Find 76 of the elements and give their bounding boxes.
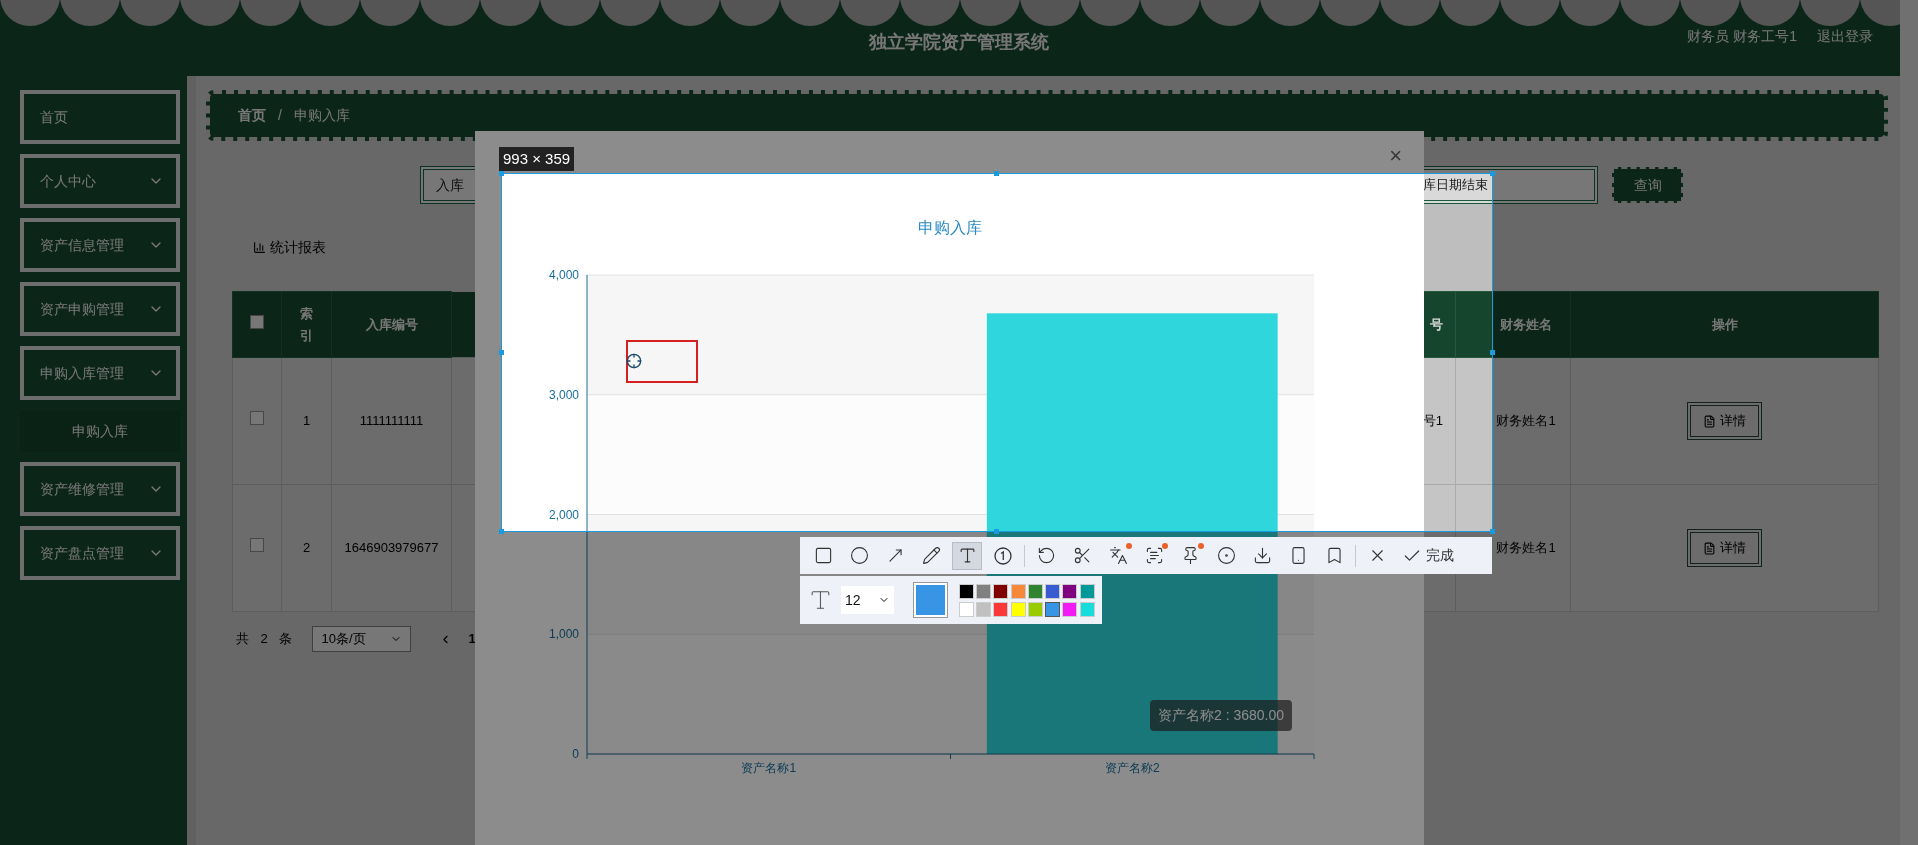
download-icon [1252,546,1272,565]
resize-handle[interactable] [994,529,999,534]
breadcrumb-separator: / [278,106,282,125]
resize-handle[interactable] [1490,171,1495,176]
column-header: 财务姓名 [1500,316,1552,332]
sidebar-item[interactable]: 资产申购管理 [20,282,180,336]
document-icon [1703,541,1716,555]
annotation-rectangle [626,340,698,383]
bar-chart-icon [253,240,266,254]
done-button[interactable]: 完成 [1402,545,1454,566]
font-size-select[interactable]: 12 [840,586,894,614]
current-color-swatch[interactable] [914,583,947,617]
table-cell: 2 [302,540,311,556]
pencil-icon [921,546,941,565]
sidebar-item[interactable]: 个人中心 [20,154,180,208]
resize-handle[interactable] [499,350,504,355]
scan-text-icon [1144,546,1164,565]
translate-icon [1108,546,1128,565]
table-cell: 财务姓名1 [1496,413,1556,429]
rectangle-icon [813,546,833,565]
color-swatch[interactable] [1045,601,1061,617]
y-tick-label: 2,000 [548,507,579,522]
x-tick-label: 资产名称1 [741,761,797,775]
close-button[interactable]: × [1389,145,1402,167]
report-button[interactable]: 统计报表 [270,236,326,258]
tool-button[interactable] [952,541,982,570]
sidebar-item[interactable]: 资产维修管理 [20,462,180,516]
column-header: 索引 [299,304,314,345]
resize-handle[interactable] [499,171,504,176]
column-header: 操作 [1711,316,1738,332]
resize-handle[interactable] [994,171,999,176]
sidebar-item[interactable]: 资产盘点管理 [20,526,180,580]
sidebar-item[interactable]: 资产信息管理 [20,218,180,272]
y-tick-label: 3,000 [548,387,579,402]
page-number[interactable]: 1 [468,629,476,649]
user-info: 财务员 财务工号1 [1687,27,1797,46]
table-cell: 号1 [1422,413,1443,429]
y-tick-label: 0 [572,747,579,761]
capture-size-label: 993 × 359 [499,147,575,171]
scrollbar[interactable] [1900,0,1918,845]
table-cell: 1 [302,413,311,429]
table-cell: 1646903979677 [344,540,439,556]
chart-title: 申购入库 [918,219,982,236]
breadcrumb-item: 申购入库 [293,106,350,125]
numbered-step-icon [993,545,1013,566]
column-header: 入库编号 [365,316,418,332]
total-count: 共 2 条 [236,630,297,649]
details-button[interactable]: 详情 [1687,529,1762,567]
x-tick-label: 资产名称2 [1104,761,1160,775]
sidebar-item[interactable]: 首页 [20,90,180,144]
resize-handle[interactable] [1490,529,1495,534]
logout-link[interactable]: 退出登录 [1817,26,1873,47]
document-icon [1703,414,1716,428]
search-button[interactable]: 查询 [1612,167,1683,203]
table-cell: 1111111111 [359,413,424,429]
y-tick-label: 4,000 [548,268,579,282]
details-button[interactable]: 详情 [1687,402,1762,440]
sidebar-item[interactable]: 申购入库管理 [20,346,180,400]
row-checkbox[interactable] [250,411,264,426]
resize-handle[interactable] [1490,350,1495,355]
crosshair-cursor-icon [626,353,642,369]
table-cell: 财务姓名1 [1496,540,1556,556]
select-all-checkbox[interactable] [250,314,264,329]
column-header: 号 [1430,316,1443,332]
breadcrumb-item[interactable]: 首页 [238,105,266,126]
site-title: 独立学院资产管理系统 [869,30,1049,54]
undo-icon [1036,546,1056,565]
record-icon [1216,546,1236,565]
page-size-select[interactable]: 10条/页 [312,626,412,652]
sidebar-subitem[interactable]: 申购入库 [20,410,180,452]
resize-handle[interactable] [499,529,504,534]
row-checkbox[interactable] [250,538,264,553]
scissors-icon [1072,546,1092,565]
circle-icon [849,546,869,565]
chart-tooltip: 资产名称2 : 3680.00 [1150,700,1293,731]
y-tick-label: 1,000 [548,627,579,642]
